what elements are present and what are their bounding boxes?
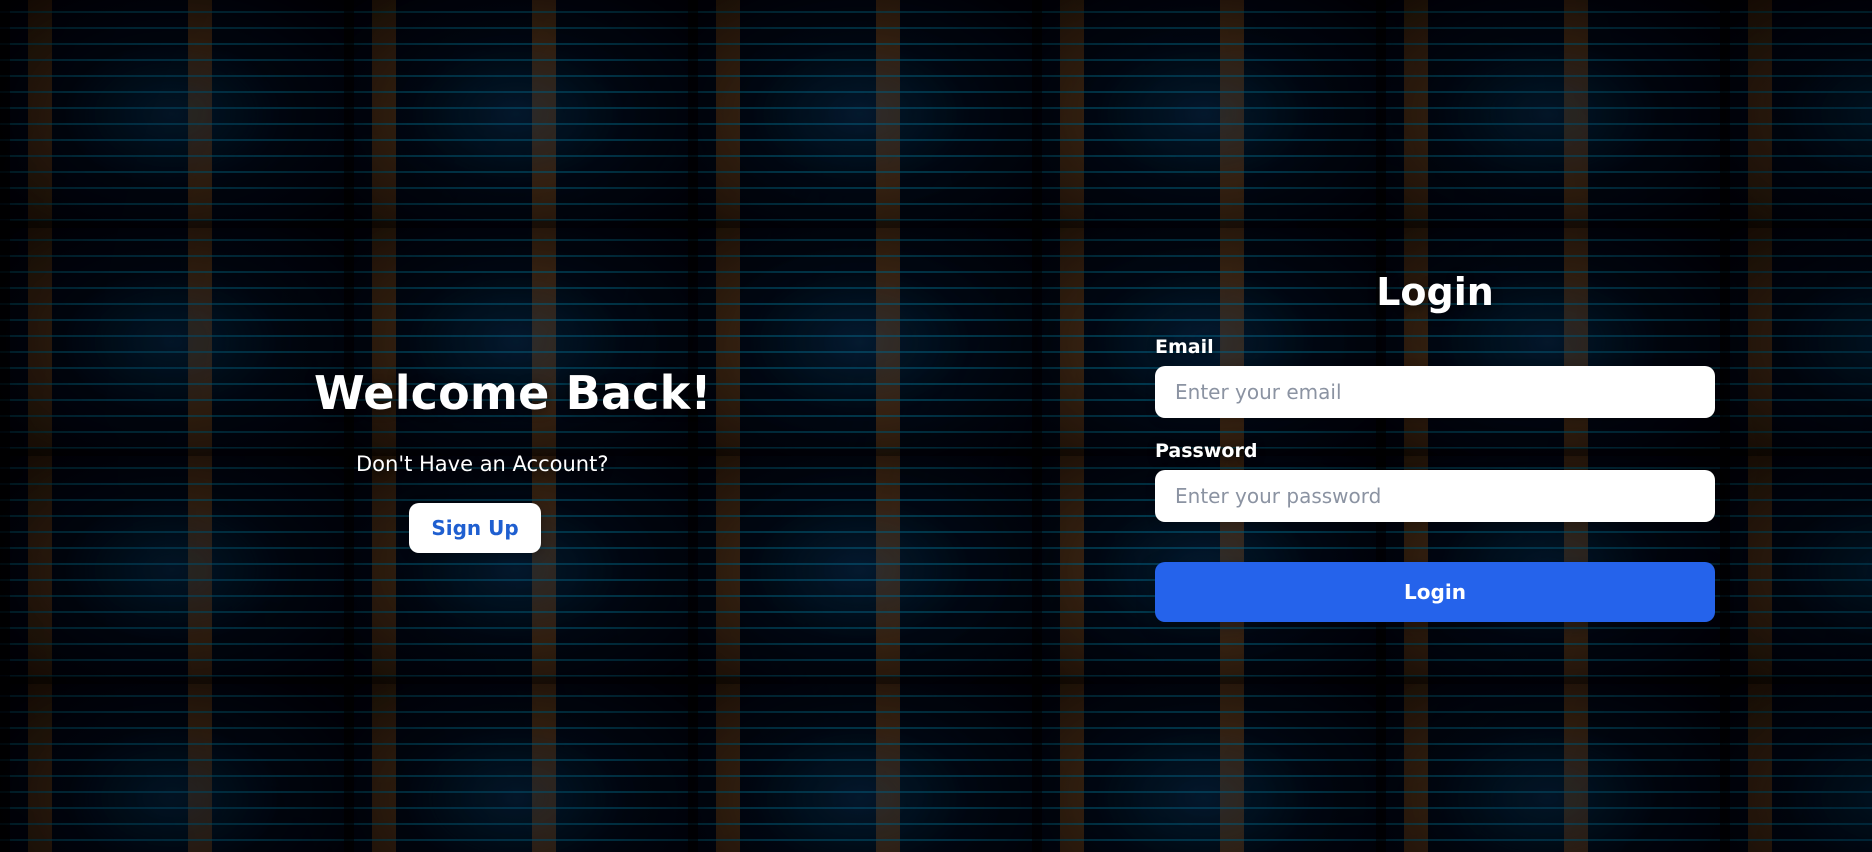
sign-up-button[interactable]: Sign Up	[409, 503, 541, 553]
auth-page: Welcome Back! Don't Have an Account? Sig…	[0, 0, 1872, 852]
no-account-text: Don't Have an Account?	[356, 452, 609, 476]
email-label: Email	[1155, 336, 1214, 358]
welcome-panel: Welcome Back! Don't Have an Account? Sig…	[0, 0, 950, 852]
login-button[interactable]: Login	[1155, 562, 1715, 622]
email-field-group: Email	[1155, 336, 1715, 418]
login-panel: Login Email Password Login	[1155, 270, 1715, 622]
password-field-group: Password	[1155, 440, 1715, 522]
welcome-title: Welcome Back!	[314, 366, 712, 420]
password-label: Password	[1155, 440, 1258, 462]
email-input[interactable]	[1155, 366, 1715, 418]
password-input[interactable]	[1155, 470, 1715, 522]
login-title: Login	[1376, 270, 1494, 314]
